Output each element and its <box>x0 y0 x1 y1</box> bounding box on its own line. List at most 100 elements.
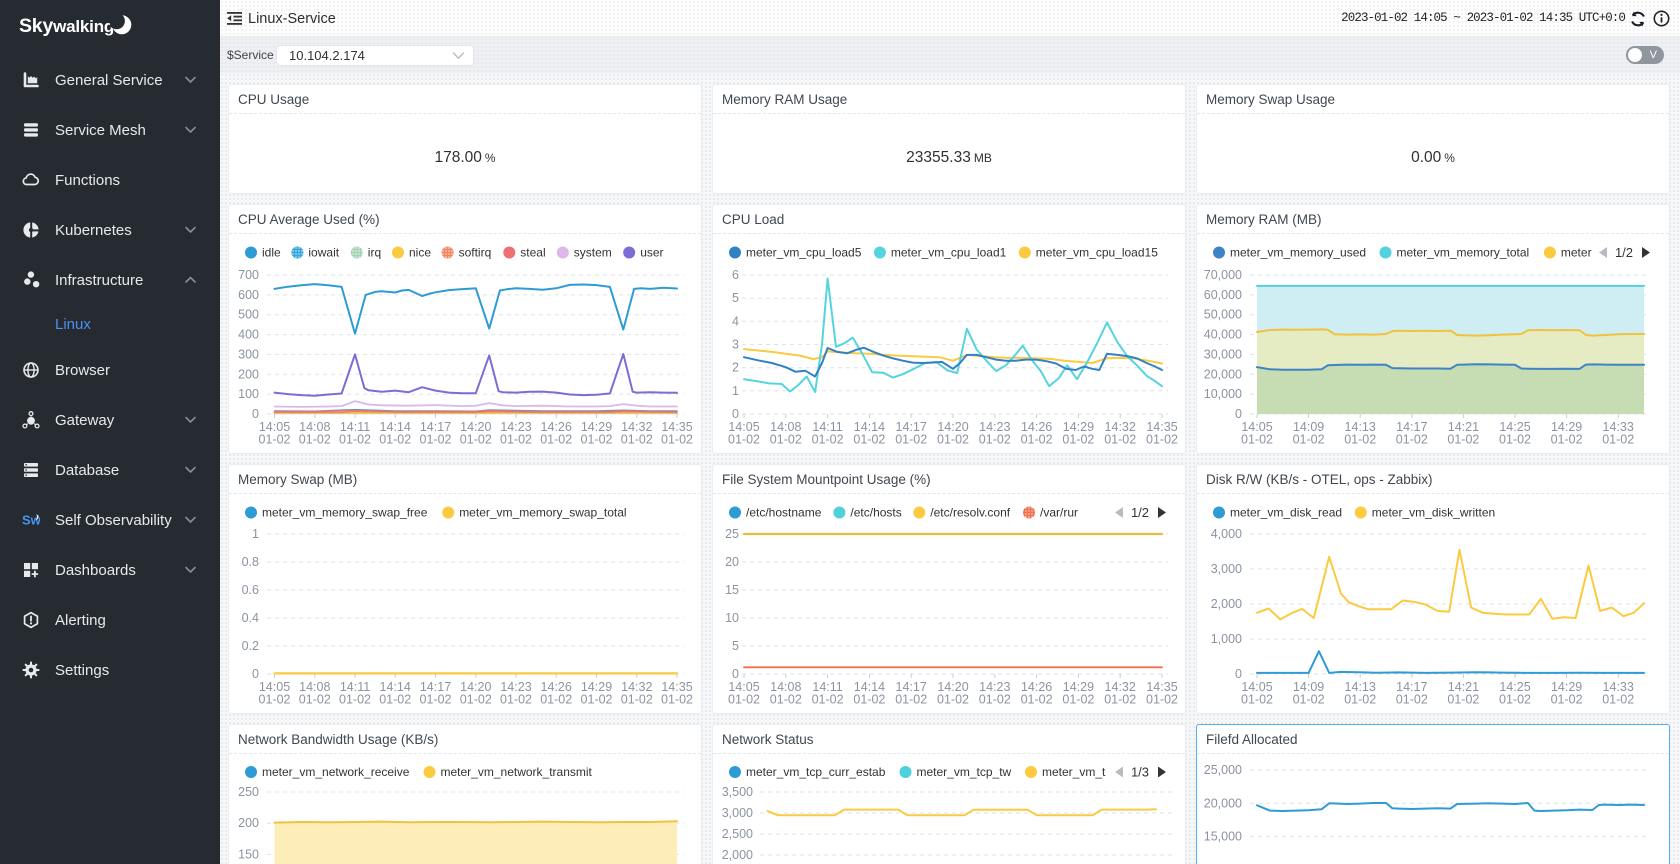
svg-text:10,000: 10,000 <box>1204 387 1242 401</box>
svg-text:0: 0 <box>252 407 259 421</box>
svg-text:250: 250 <box>238 785 259 799</box>
svg-text:01-02: 01-02 <box>1241 693 1273 707</box>
svg-text:20,000: 20,000 <box>1204 367 1242 381</box>
svg-text:100: 100 <box>238 387 259 401</box>
svg-text:01-02: 01-02 <box>1293 693 1325 707</box>
svg-text:Sw: Sw <box>22 513 40 528</box>
svg-text:01-02: 01-02 <box>1146 693 1178 707</box>
svg-text:meter_vm_t: meter_vm_t <box>1042 765 1106 779</box>
svg-text:0.2: 0.2 <box>242 639 259 653</box>
svg-text:01-02: 01-02 <box>581 433 613 447</box>
svg-text:10: 10 <box>725 611 739 625</box>
svg-text:2,500: 2,500 <box>722 827 753 841</box>
svg-text:steal: steal <box>520 246 545 260</box>
svg-text:5: 5 <box>732 639 739 653</box>
svg-text:idle: idle <box>262 246 281 260</box>
svg-text:01-02: 01-02 <box>979 433 1011 447</box>
svg-text:0.8: 0.8 <box>242 555 259 569</box>
svg-text:2,000: 2,000 <box>1211 597 1242 611</box>
svg-text:0: 0 <box>732 407 739 421</box>
svg-text:70,000: 70,000 <box>1204 268 1242 282</box>
svg-text:irq: irq <box>368 246 381 260</box>
svg-text:01-02: 01-02 <box>379 693 411 707</box>
svg-text:15,000: 15,000 <box>1204 830 1242 844</box>
svg-text:3,000: 3,000 <box>722 806 753 820</box>
svg-text:3: 3 <box>732 338 739 352</box>
svg-text:01-02: 01-02 <box>1602 693 1634 707</box>
svg-text:0.4: 0.4 <box>242 611 259 625</box>
svg-text:01-02: 01-02 <box>1344 433 1376 447</box>
svg-text:/var/rur: /var/rur <box>1040 506 1078 520</box>
svg-text:meter_vm_cpu_load1: meter_vm_cpu_load1 <box>891 246 1007 260</box>
svg-text:01-02: 01-02 <box>1241 433 1273 447</box>
svg-text:5: 5 <box>732 291 739 305</box>
svg-text:01-02: 01-02 <box>420 433 452 447</box>
svg-text:01-02: 01-02 <box>259 433 291 447</box>
svg-text:20,000: 20,000 <box>1204 796 1242 810</box>
svg-text:system: system <box>574 246 612 260</box>
svg-text:01-02: 01-02 <box>581 693 613 707</box>
svg-text:20: 20 <box>725 555 739 569</box>
svg-text:01-02: 01-02 <box>379 433 411 447</box>
svg-text:01-02: 01-02 <box>339 433 371 447</box>
svg-text:meter_vm_memory_swap_total: meter_vm_memory_swap_total <box>459 506 626 520</box>
svg-text:1/3: 1/3 <box>1131 765 1149 780</box>
svg-text:01-02: 01-02 <box>661 693 693 707</box>
svg-text:01-02: 01-02 <box>540 693 572 707</box>
svg-text:meter_vm_network_receive: meter_vm_network_receive <box>262 765 410 779</box>
svg-text:0: 0 <box>732 667 739 681</box>
svg-text:600: 600 <box>238 288 259 302</box>
svg-text:01-02: 01-02 <box>1499 693 1531 707</box>
svg-text:1: 1 <box>732 384 739 398</box>
svg-text:01-02: 01-02 <box>1104 693 1136 707</box>
svg-text:01-02: 01-02 <box>621 433 653 447</box>
svg-text:1/2: 1/2 <box>1615 245 1633 260</box>
svg-text:15: 15 <box>725 583 739 597</box>
svg-text:01-02: 01-02 <box>1396 693 1428 707</box>
svg-text:30,000: 30,000 <box>1204 347 1242 361</box>
svg-text:/etc/resolv.conf: /etc/resolv.conf <box>930 506 1010 520</box>
svg-text:01-02: 01-02 <box>979 693 1011 707</box>
svg-text:25,000: 25,000 <box>1204 763 1242 777</box>
svg-text:meter_vm_cpu_load15: meter_vm_cpu_load15 <box>1036 246 1158 260</box>
svg-text:3,500: 3,500 <box>722 785 753 799</box>
svg-text:01-02: 01-02 <box>1021 693 1053 707</box>
svg-text:01-02: 01-02 <box>937 433 969 447</box>
svg-text:01-02: 01-02 <box>500 433 532 447</box>
svg-text:700: 700 <box>238 268 259 282</box>
svg-text:01-02: 01-02 <box>259 693 291 707</box>
svg-text:40,000: 40,000 <box>1204 328 1242 342</box>
svg-text:1: 1 <box>252 527 259 541</box>
svg-text:meter_vm_memory_swap_free: meter_vm_memory_swap_free <box>262 506 428 520</box>
svg-text:meter_vm_disk_read: meter_vm_disk_read <box>1230 506 1342 520</box>
svg-text:0: 0 <box>1235 407 1242 421</box>
svg-text:01-02: 01-02 <box>621 693 653 707</box>
svg-text:meter_vm_network_transmit: meter_vm_network_transmit <box>441 765 593 779</box>
svg-text:01-02: 01-02 <box>895 693 927 707</box>
svg-text:01-02: 01-02 <box>1551 433 1583 447</box>
svg-text:01-02: 01-02 <box>460 693 492 707</box>
svg-text:0: 0 <box>252 667 259 681</box>
svg-text:1,000: 1,000 <box>1211 632 1242 646</box>
svg-text:500: 500 <box>238 308 259 322</box>
svg-text:01-02: 01-02 <box>1062 433 1094 447</box>
svg-text:25: 25 <box>725 527 739 541</box>
svg-text:01-02: 01-02 <box>299 433 331 447</box>
svg-text:2,000: 2,000 <box>722 848 753 862</box>
svg-text:01-02: 01-02 <box>540 433 572 447</box>
svg-text:01-02: 01-02 <box>1062 693 1094 707</box>
svg-text:01-02: 01-02 <box>1344 693 1376 707</box>
svg-text:01-02: 01-02 <box>460 433 492 447</box>
svg-text:01-02: 01-02 <box>299 693 331 707</box>
svg-text:/etc/hostname: /etc/hostname <box>746 506 822 520</box>
svg-text:150: 150 <box>238 847 259 861</box>
svg-text:nice: nice <box>409 246 431 260</box>
svg-text:3,000: 3,000 <box>1211 562 1242 576</box>
svg-text:meter: meter <box>1561 246 1592 260</box>
svg-text:01-02: 01-02 <box>1602 433 1634 447</box>
svg-text:50,000: 50,000 <box>1204 308 1242 322</box>
svg-text:01-02: 01-02 <box>661 433 693 447</box>
svg-text:01-02: 01-02 <box>1104 433 1136 447</box>
svg-text:01-02: 01-02 <box>812 433 844 447</box>
svg-text:200: 200 <box>238 367 259 381</box>
